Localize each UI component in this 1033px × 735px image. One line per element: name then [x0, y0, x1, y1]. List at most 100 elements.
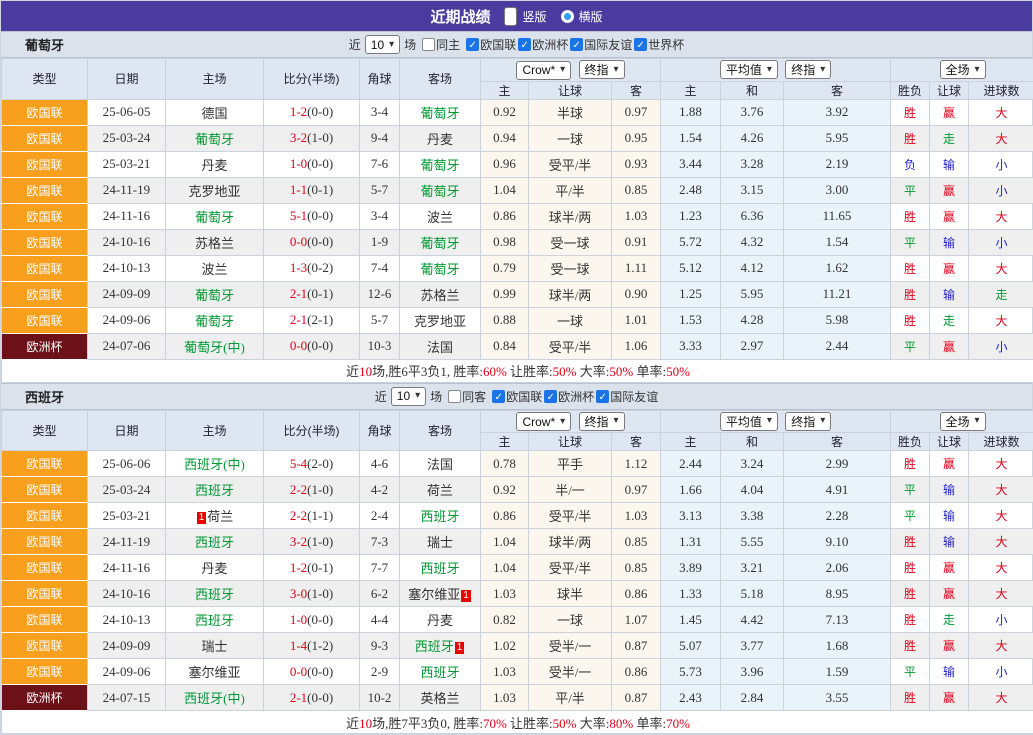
checkbox-icon[interactable]: ✓ [466, 38, 479, 51]
avg-away-cell: 2.19 [784, 151, 891, 177]
date-cell: 25-03-21 [88, 151, 166, 177]
radio-unselected-icon[interactable] [561, 10, 574, 23]
same-venue-filter[interactable]: 同主 [422, 36, 460, 53]
league-filters: ✓欧国联✓欧洲杯✓国际友谊✓世界杯 [464, 36, 684, 53]
avg-stage-select[interactable]: 终指▾ [785, 412, 831, 431]
match-count-select[interactable]: 10▾ [391, 387, 426, 406]
away-team-cell[interactable]: 葡萄牙 [400, 177, 481, 203]
home-team-cell[interactable]: 德国 [166, 99, 264, 125]
league-filter[interactable]: ✓国际友谊 [596, 388, 658, 405]
away-team-cell[interactable]: 波兰 [400, 203, 481, 229]
avg-away-cell: 2.06 [784, 555, 891, 581]
home-team-cell[interactable]: 西班牙 [166, 477, 264, 503]
away-odds-cell: 1.03 [612, 203, 661, 229]
col-header-home: 主场 [166, 410, 264, 451]
away-team-cell[interactable]: 葡萄牙 [400, 255, 481, 281]
team-label: 西班牙 [195, 535, 234, 550]
checkbox-icon[interactable] [448, 390, 461, 403]
away-odds-cell: 0.97 [612, 99, 661, 125]
home-team-cell[interactable]: 西班牙 [166, 607, 264, 633]
away-team-cell[interactable]: 葡萄牙 [400, 151, 481, 177]
avg-draw-cell: 4.28 [721, 307, 784, 333]
away-team-cell[interactable]: 丹麦 [400, 125, 481, 151]
layout-radio-vertical[interactable]: 竖版 [504, 7, 546, 26]
competition-cell: 欧国联 [2, 203, 88, 229]
checkbox-icon[interactable]: ✓ [596, 390, 609, 403]
home-team-cell[interactable]: 丹麦 [166, 555, 264, 581]
avg-stage-select[interactable]: 终指▾ [785, 60, 831, 79]
checkbox-icon[interactable]: ✓ [570, 38, 583, 51]
handicap-cell: 球半/两 [529, 281, 612, 307]
summary-segment: 单率: [633, 716, 666, 731]
odds-provider-select[interactable]: Crow*▾ [516, 61, 571, 80]
away-team-cell[interactable]: 葡萄牙 [400, 229, 481, 255]
home-team-cell[interactable]: 西班牙 [166, 529, 264, 555]
home-team-cell[interactable]: 波兰 [166, 255, 264, 281]
result-group-header: 全场▾ [891, 410, 1033, 433]
home-team-cell[interactable]: 丹麦 [166, 151, 264, 177]
home-team-cell[interactable]: 葡萄牙 [166, 281, 264, 307]
league-filter[interactable]: ✓欧洲杯 [544, 388, 594, 405]
match-row: 欧国联25-06-05德国1-2(0-0)3-4葡萄牙0.92半球0.971.8… [2, 99, 1033, 125]
home-team-cell[interactable]: 克罗地亚 [166, 177, 264, 203]
fulltime-select[interactable]: 全场▾ [940, 60, 986, 79]
home-team-cell[interactable]: 西班牙 [166, 581, 264, 607]
away-team-cell[interactable]: 丹麦 [400, 607, 481, 633]
avg-home-cell: 1.25 [661, 281, 721, 307]
league-filter[interactable]: ✓国际友谊 [570, 36, 632, 53]
checkbox-icon[interactable]: ✓ [634, 38, 647, 51]
avg-select[interactable]: 平均值▾ [720, 60, 778, 79]
home-team-cell[interactable]: 西班牙(中) [166, 451, 264, 477]
home-team-cell[interactable]: 1荷兰 [166, 503, 264, 529]
layout-radio-horizontal[interactable]: 横版 [561, 8, 603, 25]
away-team-cell[interactable]: 法国 [400, 451, 481, 477]
match-row: 欧国联24-10-16西班牙3-0(1-0)6-2塞尔维亚11.03球半0.86… [2, 581, 1033, 607]
col-header-score: 比分(半场) [264, 59, 360, 100]
away-team-cell[interactable]: 西班牙 [400, 503, 481, 529]
match-count-select[interactable]: 10▾ [365, 35, 400, 54]
summary-segment: 让胜率: [507, 716, 553, 731]
odds-provider-select[interactable]: Crow*▾ [516, 412, 571, 431]
home-odds-cell: 1.04 [481, 529, 529, 555]
winlose-result-cell: 胜 [891, 633, 930, 659]
home-team-cell[interactable]: 塞尔维亚 [166, 659, 264, 685]
fulltime-select[interactable]: 全场▾ [940, 412, 986, 431]
away-team-cell[interactable]: 克罗地亚 [400, 307, 481, 333]
avg-draw-cell: 6.36 [721, 203, 784, 229]
score-cell: 0-0(0-0) [264, 659, 360, 685]
home-team-cell[interactable]: 葡萄牙 [166, 307, 264, 333]
home-team-cell[interactable]: 葡萄牙 [166, 125, 264, 151]
away-team-cell[interactable]: 塞尔维亚1 [400, 581, 481, 607]
league-filter[interactable]: ✓世界杯 [634, 36, 684, 53]
checkbox-icon[interactable]: ✓ [518, 38, 531, 51]
league-filter[interactable]: ✓欧国联 [492, 388, 542, 405]
away-team-cell[interactable]: 法国 [400, 333, 481, 359]
home-team-cell[interactable]: 瑞士 [166, 633, 264, 659]
avg-away-cell: 3.00 [784, 177, 891, 203]
away-team-cell[interactable]: 英格兰 [400, 685, 481, 711]
away-team-cell[interactable]: 西班牙1 [400, 633, 481, 659]
checkbox-icon[interactable] [422, 38, 435, 51]
competition-cell: 欧洲杯 [2, 685, 88, 711]
home-team-cell[interactable]: 西班牙(中) [166, 685, 264, 711]
same-venue-filter[interactable]: 同客 [448, 388, 486, 405]
away-team-cell[interactable]: 苏格兰 [400, 281, 481, 307]
away-team-cell[interactable]: 西班牙 [400, 659, 481, 685]
home-team-cell[interactable]: 苏格兰 [166, 229, 264, 255]
league-filter[interactable]: ✓欧洲杯 [518, 36, 568, 53]
away-team-cell[interactable]: 瑞士 [400, 529, 481, 555]
away-team-cell[interactable]: 荷兰 [400, 477, 481, 503]
checkbox-icon[interactable]: ✓ [544, 390, 557, 403]
odds-stage-select[interactable]: 终指▾ [579, 60, 625, 79]
team-label: 克罗地亚 [414, 314, 466, 329]
avg-away-cell: 5.98 [784, 307, 891, 333]
checkbox-icon[interactable]: ✓ [492, 390, 505, 403]
away-team-cell[interactable]: 西班牙 [400, 555, 481, 581]
avg-select[interactable]: 平均值▾ [720, 412, 778, 431]
home-team-cell[interactable]: 葡萄牙(中) [166, 333, 264, 359]
home-team-cell[interactable]: 葡萄牙 [166, 203, 264, 229]
radio-selected-icon[interactable] [504, 7, 517, 26]
league-filter[interactable]: ✓欧国联 [466, 36, 516, 53]
away-team-cell[interactable]: 葡萄牙 [400, 99, 481, 125]
odds-stage-select[interactable]: 终指▾ [579, 412, 625, 431]
